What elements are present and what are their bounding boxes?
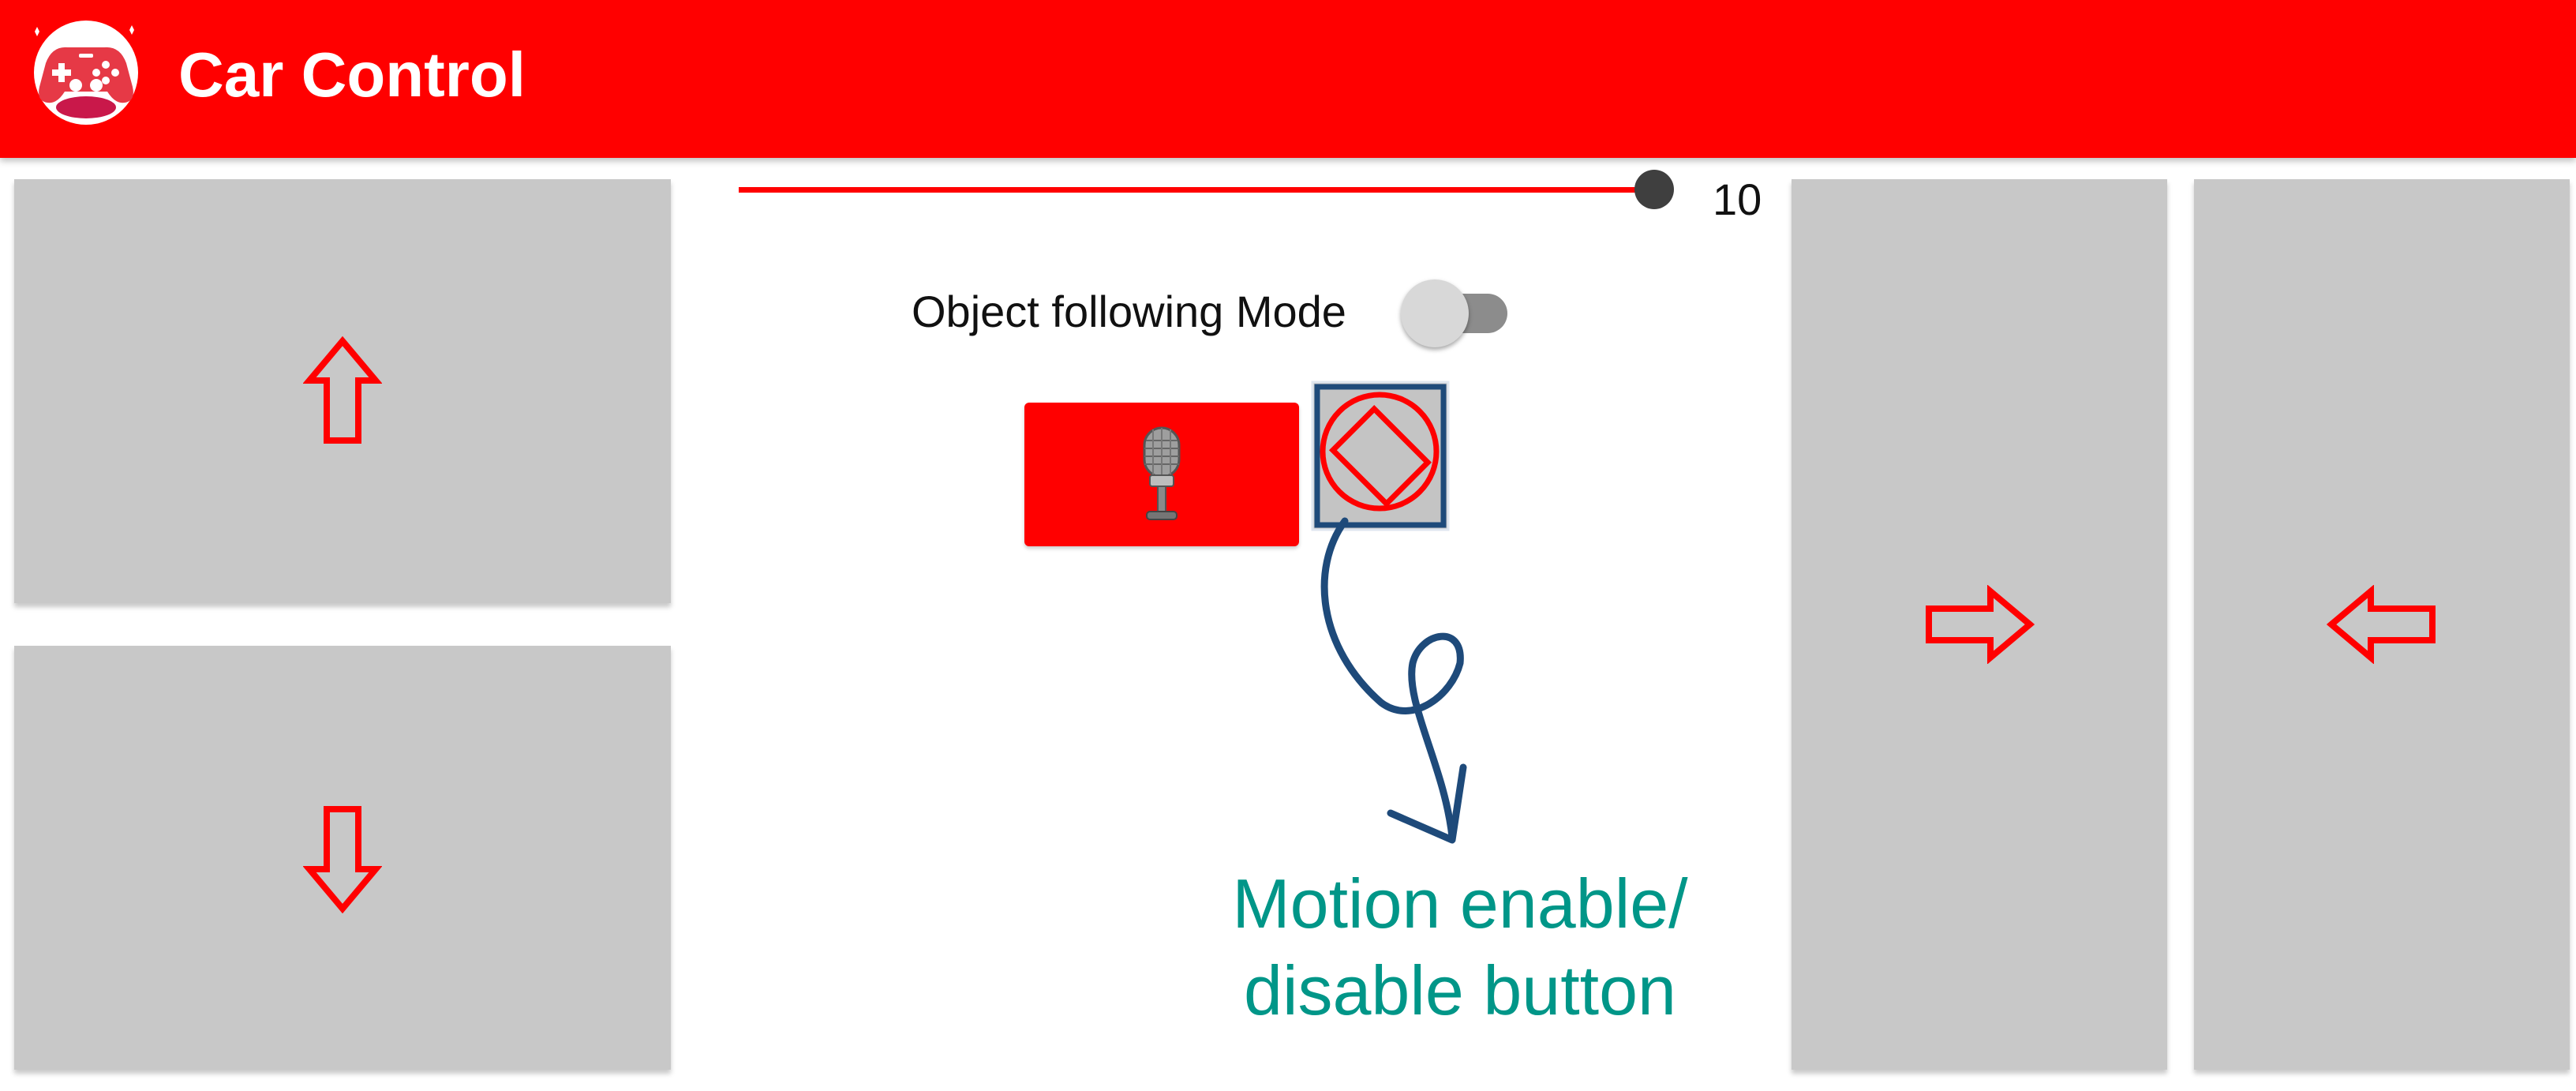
object-following-switch[interactable] xyxy=(1401,276,1511,351)
app-title: Car Control xyxy=(178,39,526,110)
forward-button[interactable] xyxy=(14,179,671,603)
speed-slider[interactable] xyxy=(739,170,1670,209)
annotation-line-2: disable button xyxy=(1244,951,1676,1029)
annotation-text: Motion enable/ disable button xyxy=(1144,860,1776,1034)
microphone-icon xyxy=(1143,426,1181,520)
slider-thumb[interactable] xyxy=(1634,170,1674,209)
gamepad-icon xyxy=(28,19,144,126)
arrow-down-icon xyxy=(303,805,382,913)
right-button[interactable] xyxy=(1792,179,2167,1070)
switch-thumb xyxy=(1401,279,1469,347)
object-following-label: Object following Mode xyxy=(912,287,1346,336)
arrow-right-icon xyxy=(1926,585,2035,664)
annotation-arrow xyxy=(1320,517,1467,844)
speed-value: 10 xyxy=(1713,174,1762,224)
arrow-left-icon xyxy=(2327,585,2436,664)
voice-command-button[interactable] xyxy=(1024,403,1299,546)
slider-track xyxy=(739,187,1654,193)
annotation-line-1: Motion enable/ xyxy=(1232,864,1688,943)
backward-button[interactable] xyxy=(14,646,671,1070)
left-button[interactable] xyxy=(2194,179,2570,1070)
app-bar: Car Control xyxy=(0,0,2576,158)
arrow-up-icon xyxy=(303,336,382,444)
